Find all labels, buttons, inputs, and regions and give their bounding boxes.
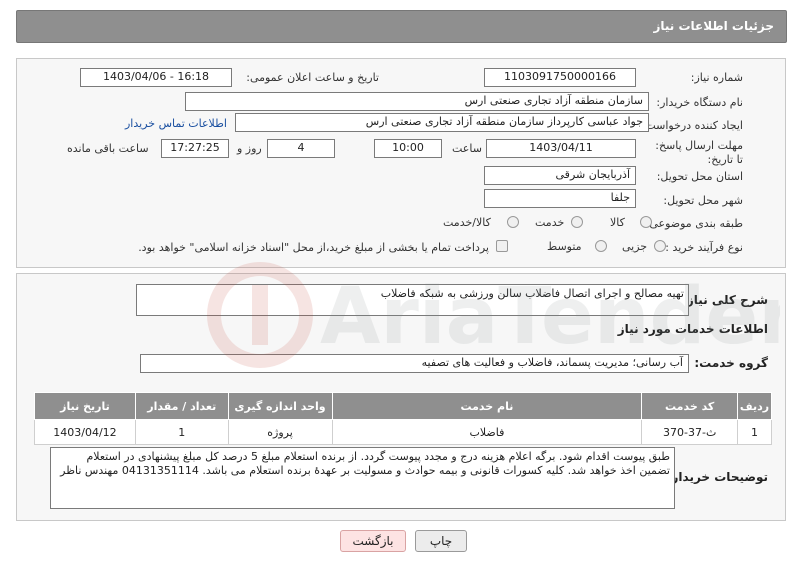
service-group-label: گروه خدمت: xyxy=(694,356,768,370)
header-service-code: کد خدمت xyxy=(641,392,739,420)
page-title: جزئیات اطلاعات نیاز xyxy=(653,19,774,33)
treasury-checkbox[interactable] xyxy=(496,240,508,252)
deadline-time-label: ساعت xyxy=(452,142,482,155)
table-row: 1 ث-37-370 فاضلاب پروژه 1 1403/04/12 xyxy=(34,419,772,445)
header-need-date: تاریخ نیاز xyxy=(34,392,136,420)
category-option-service: خدمت xyxy=(535,216,565,229)
header-quantity: تعداد / مقدار xyxy=(134,392,229,420)
buyer-notes-field: طبق پیوست اقدام شود. برگه اعلام هزینه در… xyxy=(50,447,675,509)
cell-need-date: 1403/04/12 xyxy=(34,419,136,445)
category-label: طبقه بندی موضوعی: xyxy=(645,217,743,230)
page-header: جزئیات اطلاعات نیاز xyxy=(16,10,787,43)
category-radio-goods[interactable] xyxy=(640,216,652,228)
need-number-label: شماره نیاز: xyxy=(690,71,743,84)
summary-field: تهیه مصالح و اجرای اتصال فاضلاب سالن ورز… xyxy=(136,284,689,316)
process-option-medium: متوسط xyxy=(547,240,582,253)
city-field: جلفا xyxy=(484,189,636,208)
buyer-org-label: نام دستگاه خریدار: xyxy=(656,96,743,109)
deadline-date-field: 1403/04/11 xyxy=(486,139,636,158)
province-label: استان محل تحویل: xyxy=(656,170,743,183)
print-button[interactable]: چاپ xyxy=(415,530,467,552)
buyer-notes-label: توضیحات خریدار: xyxy=(666,470,768,484)
header-row-number: ردیف xyxy=(737,392,772,420)
buyer-contact-link[interactable]: اطلاعات تماس خریدار xyxy=(125,117,227,130)
need-number-field: 1103091750000166 xyxy=(484,68,636,87)
cell-service-code: ث-37-370 xyxy=(641,419,739,445)
buyer-org-field: سازمان منطقه آزاد تجاری صنعتی ارس xyxy=(185,92,649,111)
city-label: شهر محل تحویل: xyxy=(663,194,743,207)
services-table: ردیف کد خدمت نام خدمت واحد اندازه گیری ت… xyxy=(34,392,772,445)
announce-label: تاریخ و ساعت اعلان عمومی: xyxy=(246,71,379,84)
cell-unit: پروژه xyxy=(227,419,333,445)
payment-note: پرداخت تمام یا بخشی از مبلغ خرید،از محل … xyxy=(138,241,489,254)
services-heading: اطلاعات خدمات مورد نیاز xyxy=(617,322,768,336)
creator-label: ایجاد کننده درخواست: xyxy=(641,119,743,132)
table-header-row: ردیف کد خدمت نام خدمت واحد اندازه گیری ت… xyxy=(34,392,772,420)
deadline-label: مهلت ارسال پاسخ: تا تاریخ: xyxy=(655,139,743,166)
days-remaining-field: 4 xyxy=(267,139,335,158)
cell-service-name: فاضلاب xyxy=(331,419,643,445)
cell-quantity: 1 xyxy=(134,419,229,445)
category-option-goods: کالا xyxy=(610,216,625,229)
header-unit: واحد اندازه گیری xyxy=(227,392,333,420)
deadline-time-field: 10:00 xyxy=(374,139,442,158)
province-field: آذربایجان شرقی xyxy=(484,166,636,185)
summary-label: شرح کلی نیاز: xyxy=(682,293,768,307)
cell-row-number: 1 xyxy=(737,419,772,445)
days-label: روز و xyxy=(237,142,262,155)
header-service-name: نام خدمت xyxy=(331,392,643,420)
service-group-field: آب رسانی؛ مدیریت پسماند، فاضلاب و فعالیت… xyxy=(140,354,689,373)
back-button[interactable]: بازگشت xyxy=(340,530,406,552)
process-option-minor: جزیی xyxy=(622,240,648,253)
category-radio-goods-service[interactable] xyxy=(507,216,519,228)
process-label: نوع فرآیند خرید : xyxy=(665,241,743,254)
process-radio-medium[interactable] xyxy=(595,240,607,252)
announce-field: 1403/04/06 - 16:18 xyxy=(80,68,232,87)
category-radio-service[interactable] xyxy=(571,216,583,228)
process-radio-minor[interactable] xyxy=(654,240,666,252)
remaining-time-label: ساعت باقی مانده xyxy=(67,142,149,155)
creator-field: جواد عباسی کارپرداز سازمان منطقه آزاد تج… xyxy=(235,113,649,132)
category-option-goods-service: کالا/خدمت xyxy=(443,216,491,229)
remaining-time-field: 17:27:25 xyxy=(161,139,229,158)
